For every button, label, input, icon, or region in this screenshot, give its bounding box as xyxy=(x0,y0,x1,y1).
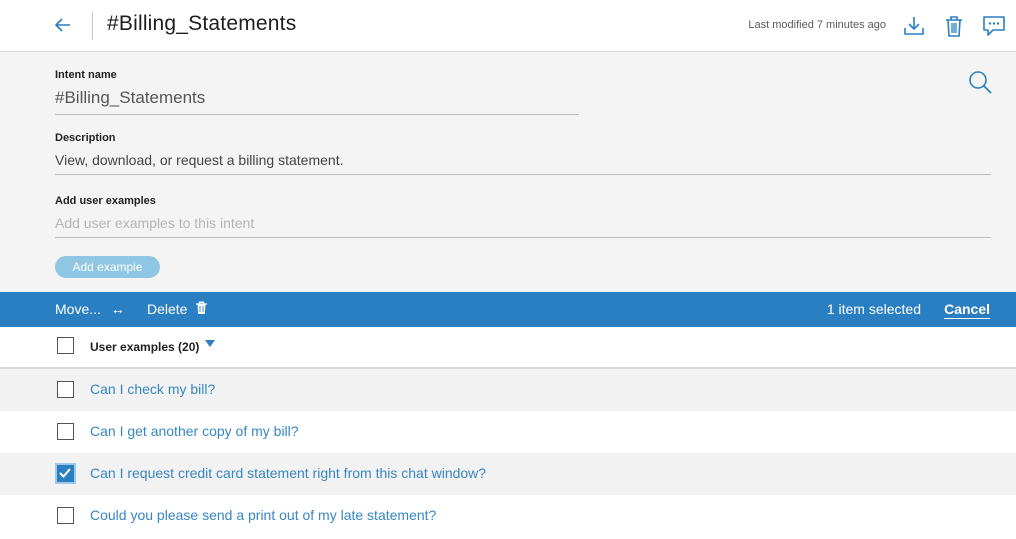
add-example-button[interactable]: Add example xyxy=(55,256,160,278)
row-checkbox[interactable] xyxy=(57,465,74,482)
row-checkbox[interactable] xyxy=(57,381,74,398)
list-item: Can I check my bill? xyxy=(0,369,1016,411)
intent-name-input[interactable]: #Billing_Statements xyxy=(55,88,579,115)
intent-name-label: Intent name xyxy=(55,69,117,81)
user-example-input[interactable]: Add user examples to this intent xyxy=(55,215,991,238)
example-text[interactable]: Can I check my bill? xyxy=(90,381,215,397)
search-icon[interactable] xyxy=(967,69,993,95)
selection-count: 1 item selected xyxy=(826,301,921,317)
example-text[interactable]: Can I request credit card statement righ… xyxy=(90,465,486,481)
examples-count-heading: User examples (20) xyxy=(90,340,200,354)
selection-action-bar: Move... ↔ Delete 1 item selected Cancel xyxy=(0,292,1016,327)
row-checkbox[interactable] xyxy=(57,507,74,524)
move-label: Move... xyxy=(55,301,101,317)
delete-label: Delete xyxy=(147,301,188,317)
sort-caret-icon[interactable] xyxy=(205,340,215,347)
back-arrow-icon[interactable] xyxy=(52,14,74,36)
description-label: Description xyxy=(55,132,116,144)
move-arrows-icon: ↔ xyxy=(110,301,125,317)
example-text[interactable]: Could you please send a print out of my … xyxy=(90,507,436,523)
checkmark-icon xyxy=(59,468,71,478)
row-checkbox[interactable] xyxy=(57,423,74,440)
delete-button[interactable]: Delete xyxy=(147,301,208,317)
page-header: #Billing_Statements Last modified 7 minu… xyxy=(0,0,1016,52)
cancel-button[interactable]: Cancel xyxy=(944,301,990,319)
move-button[interactable]: Move... ↔ xyxy=(55,301,125,317)
examples-list-header: User examples (20) xyxy=(0,327,1016,369)
example-text[interactable]: Can I get another copy of my bill? xyxy=(90,423,299,439)
download-icon[interactable] xyxy=(901,13,927,39)
list-item: Can I request credit card statement righ… xyxy=(0,453,1016,495)
select-all-checkbox[interactable] xyxy=(57,337,74,354)
page-title: #Billing_Statements xyxy=(107,12,297,35)
list-item: Can I get another copy of my bill? xyxy=(0,411,1016,453)
header-divider xyxy=(92,12,93,40)
add-user-examples-label: Add user examples xyxy=(55,195,156,207)
last-modified-text: Last modified 7 minutes ago xyxy=(748,19,886,31)
description-input[interactable]: View, download, or request a billing sta… xyxy=(55,152,991,175)
chat-icon[interactable] xyxy=(981,13,1007,39)
list-item: Could you please send a print out of my … xyxy=(0,495,1016,539)
trash-icon[interactable] xyxy=(941,13,967,39)
delete-trash-icon xyxy=(196,301,208,314)
